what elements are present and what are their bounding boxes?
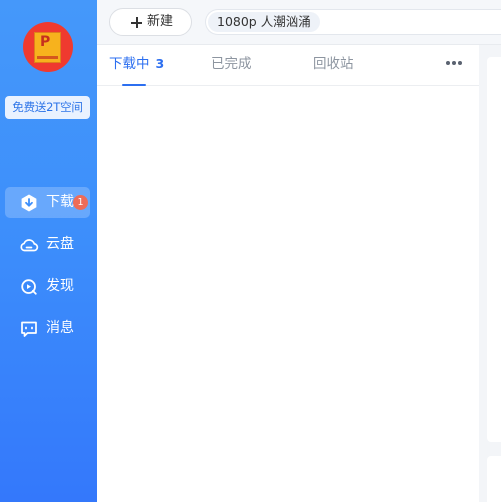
message-icon [19,319,39,339]
sidebar-item-message[interactable]: 消息 [5,313,90,344]
tab-count: 3 [155,56,165,71]
new-task-label: 新建 [147,14,174,29]
sidebar-item-discover[interactable]: 发现 [5,271,90,302]
sidebar-item-download[interactable]: 下载 1 [5,187,90,218]
sidebar-item-label: 发现 [46,278,74,294]
app-logo-icon: P [34,32,61,63]
sidebar-item-label: 下载 [46,194,74,210]
tab-label: 回收站 [313,56,354,72]
more-icon[interactable] [446,61,462,67]
sidebar-item-label: 云盘 [46,236,74,252]
avatar[interactable]: P [23,22,73,72]
tab-downloading[interactable]: 下载中 3 [109,45,164,85]
tab-recycle-bin[interactable]: 回收站 [313,45,354,85]
plus-icon [131,17,142,28]
download-count-badge: 1 [73,195,88,210]
download-tabs: 下载中 3 已完成 回收站 [97,45,479,86]
tab-label: 下载中 [109,56,150,72]
tab-label: 已完成 [211,56,252,72]
toolbar: 新建 1080p 人潮汹涌 [97,0,501,45]
detail-panel-lower [487,456,501,502]
sidebar: P 免费送2T空间 下载 1 云盘 发现 消息 [0,0,97,502]
sidebar-item-cloud[interactable]: 云盘 [5,229,90,260]
download-icon [19,193,39,213]
tab-completed[interactable]: 已完成 [211,45,252,85]
detail-panel [487,57,501,442]
search-suggestion[interactable]: 1080p 人潮汹涌 [208,12,320,32]
discover-icon [19,277,39,297]
download-list [97,86,479,502]
sidebar-item-label: 消息 [46,320,74,336]
cloud-icon [19,235,39,255]
new-task-button[interactable]: 新建 [109,8,192,36]
search-input[interactable]: 1080p 人潮汹涌 [205,9,501,35]
promo-free-storage-button[interactable]: 免费送2T空间 [5,96,90,119]
